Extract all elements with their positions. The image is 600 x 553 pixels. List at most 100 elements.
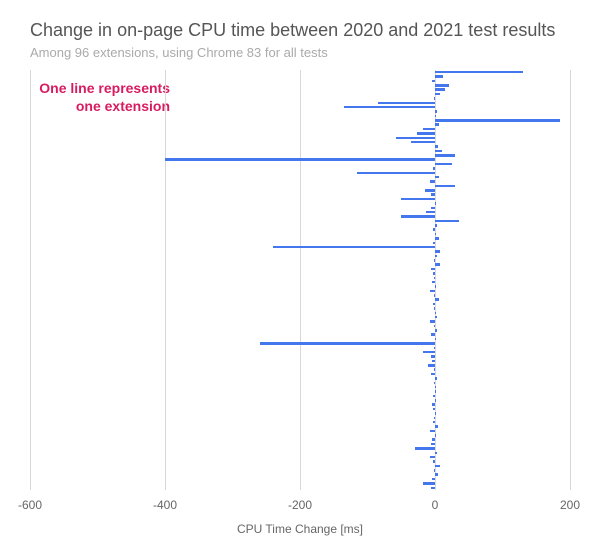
data-bar [434, 469, 435, 471]
data-bar [435, 154, 455, 156]
data-bar [435, 434, 436, 436]
data-bar [434, 294, 435, 296]
x-axis-label: CPU Time Change [ms] [30, 522, 570, 536]
data-bar [435, 377, 437, 379]
data-bar [431, 443, 435, 445]
data-bar [435, 145, 438, 147]
data-bar [411, 141, 435, 143]
data-bar [260, 342, 436, 344]
data-bar [435, 84, 449, 86]
data-bar [435, 329, 437, 331]
data-bar [430, 180, 435, 182]
data-bar [357, 172, 435, 174]
data-bar [434, 259, 435, 261]
data-bar [432, 360, 435, 362]
data-bar [435, 399, 436, 401]
data-bar [435, 465, 440, 467]
data-bar [435, 93, 440, 95]
x-tick-label: 200 [560, 498, 580, 512]
data-bar [434, 325, 435, 327]
gridline [30, 70, 31, 490]
gridline [570, 70, 571, 490]
chart-subtitle: Among 96 extensions, using Chrome 83 for… [30, 45, 570, 60]
data-bar [433, 421, 435, 423]
data-bar [428, 364, 435, 366]
data-bar [432, 403, 435, 405]
data-bar [435, 220, 459, 222]
gridline [300, 70, 301, 490]
data-bar [435, 224, 437, 226]
plot-area: One line represents one extension [30, 70, 570, 490]
data-bar [435, 255, 437, 257]
data-bar [435, 123, 439, 125]
data-bar [430, 290, 435, 292]
data-bar [432, 438, 435, 440]
data-bar [433, 167, 435, 169]
data-bar [434, 277, 435, 279]
data-bar [431, 207, 435, 209]
data-bar [423, 128, 435, 130]
data-bar [435, 298, 439, 300]
data-bar [432, 281, 435, 283]
data-bar [434, 347, 435, 349]
data-bar [432, 80, 435, 82]
data-bar [430, 430, 435, 432]
data-bar [401, 215, 435, 217]
data-bar [431, 193, 435, 195]
data-bar [433, 242, 435, 244]
data-bar [435, 316, 437, 318]
data-bar [435, 202, 436, 204]
data-bar [435, 263, 440, 265]
data-bar [430, 320, 435, 322]
data-bar [435, 386, 436, 388]
data-bar [378, 102, 435, 104]
data-bar [423, 482, 435, 484]
data-bar [434, 382, 435, 384]
gridline [165, 70, 166, 490]
data-bar [433, 303, 435, 305]
data-bar [435, 473, 438, 475]
data-bar [431, 268, 435, 270]
data-bar [435, 285, 436, 287]
data-bar [431, 487, 435, 489]
data-bar [417, 132, 435, 134]
data-bar [433, 395, 435, 397]
data-bar [435, 110, 437, 112]
data-bar [435, 185, 455, 187]
data-bar [434, 417, 435, 419]
data-bar [426, 211, 435, 213]
data-bar [415, 447, 435, 449]
data-bar [435, 452, 437, 454]
data-bar [435, 150, 442, 152]
data-bar [432, 478, 435, 480]
data-bar [435, 163, 452, 165]
data-bar [344, 106, 435, 108]
data-bar [434, 368, 435, 370]
data-bar [430, 456, 435, 458]
data-bar [435, 412, 436, 414]
data-bar [435, 338, 436, 340]
x-tick-label: -600 [18, 498, 42, 512]
data-bar [273, 246, 435, 248]
data-bar [431, 355, 435, 357]
chart-annotation: One line represents one extension [20, 80, 170, 115]
data-bar [165, 158, 435, 160]
data-bar [435, 71, 523, 73]
data-bar [435, 312, 436, 314]
data-bar [425, 189, 435, 191]
chart-container: Change in on-page CPU time between 2020 … [0, 0, 600, 553]
data-bar [435, 250, 440, 252]
data-bar [433, 228, 435, 230]
chart-title: Change in on-page CPU time between 2020 … [30, 20, 570, 41]
data-bar [434, 97, 435, 99]
data-bar [435, 233, 436, 235]
x-axis-ticks: -600-400-2000200 [30, 492, 570, 522]
data-bar [434, 307, 435, 309]
data-bar [435, 390, 436, 392]
data-bar [435, 176, 439, 178]
data-bar [433, 408, 435, 410]
data-bar [435, 237, 439, 239]
data-bar [435, 115, 436, 117]
data-bar [401, 198, 435, 200]
data-bar [433, 272, 435, 274]
